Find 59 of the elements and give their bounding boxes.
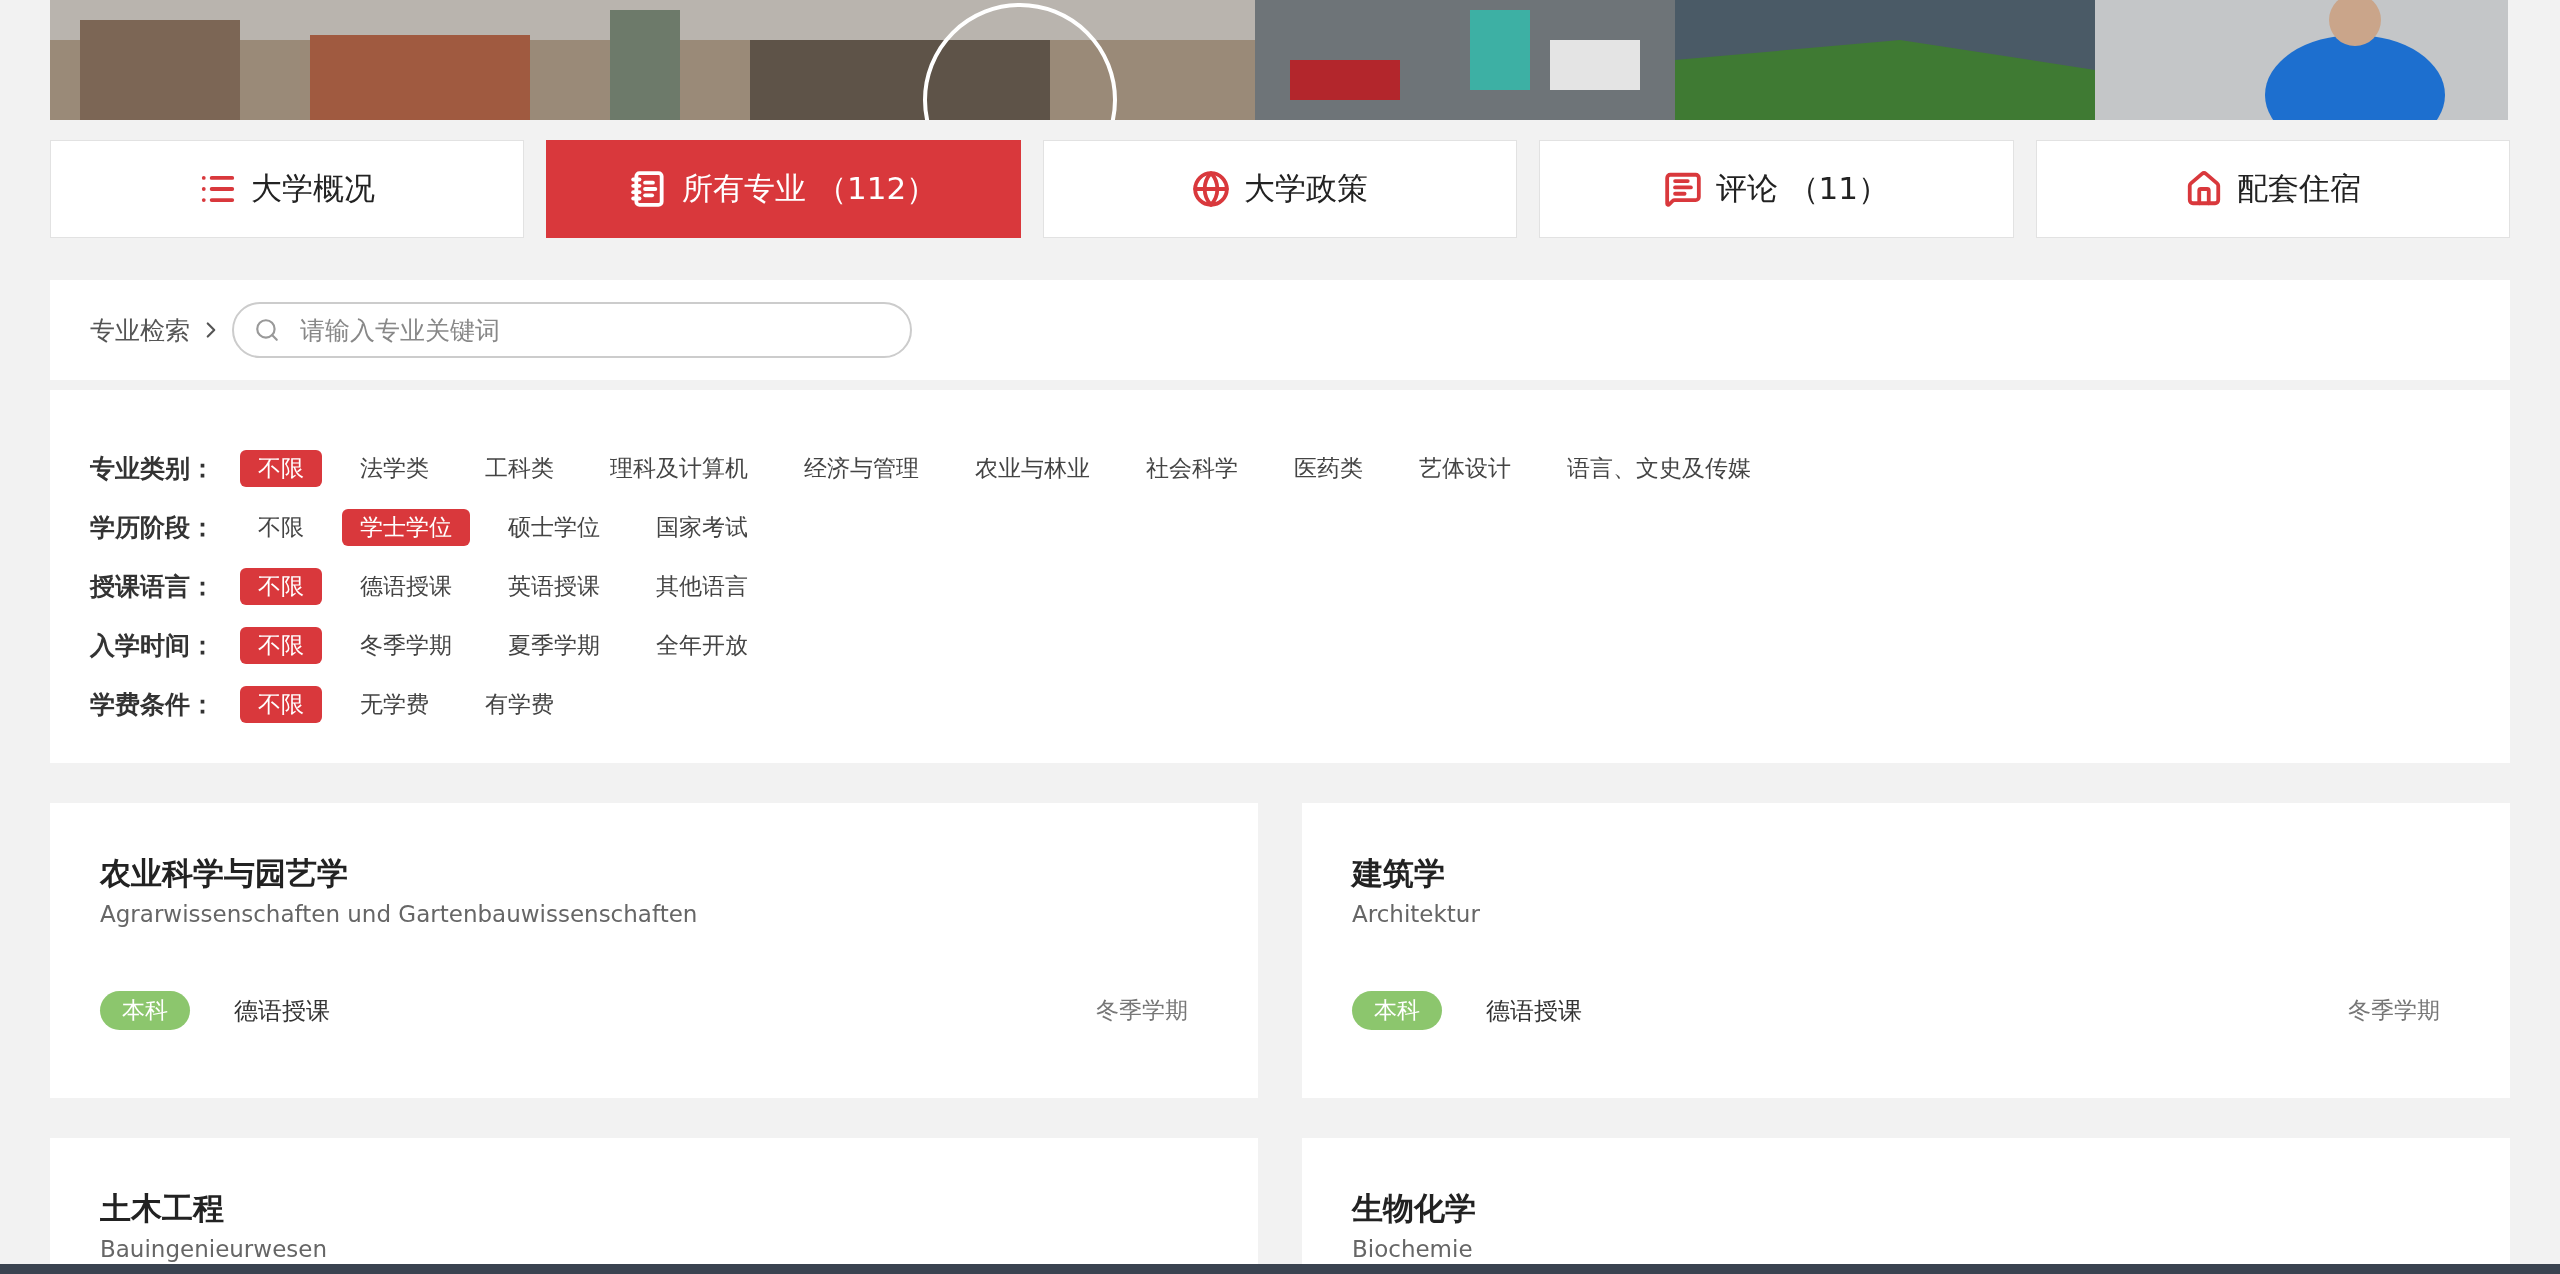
filter-option[interactable]: 夏季学期 xyxy=(490,627,618,664)
degree-tag: 本科 xyxy=(100,991,190,1030)
filter-option[interactable]: 不限 xyxy=(240,686,322,723)
filter-option[interactable]: 语言、文史及传媒 xyxy=(1549,450,1769,487)
filter-option[interactable]: 冬季学期 xyxy=(342,627,470,664)
filter-label: 学历阶段： xyxy=(90,512,216,544)
program-subtitle: Agrarwissenschaften und Gartenbauwissenschaften xyxy=(100,901,699,927)
filter-option[interactable]: 学士学位 xyxy=(342,509,470,546)
globe-icon xyxy=(1192,170,1230,208)
program-subtitle: Bauingenieurwesen xyxy=(100,1236,328,1262)
filter-option[interactable]: 硕士学位 xyxy=(490,509,618,546)
search-input[interactable]: 请输入专业关键词 xyxy=(298,314,890,346)
filter-option[interactable]: 工科类 xyxy=(467,450,572,487)
filter-label: 入学时间： xyxy=(90,630,216,662)
filter-label: 授课语言： xyxy=(90,571,216,603)
comment-icon xyxy=(1663,170,1702,208)
program-card[interactable]: 建筑学 Architektur 本科 德语授课 冬季学期 xyxy=(1302,803,2510,1098)
program-card[interactable]: 土木工程 Bauingenieurwesen xyxy=(50,1138,1258,1264)
filter-option[interactable]: 经济与管理 xyxy=(786,450,937,487)
filter-option[interactable]: 无学费 xyxy=(342,686,447,723)
filter-option[interactable]: 德语授课 xyxy=(342,568,470,605)
semester-label: 冬季学期 xyxy=(1096,996,1188,1025)
program-card[interactable]: 农业科学与园艺学 Agrarwissenschaften und Gartenbauwissenschaften 本科 德语授课 冬季学期 xyxy=(50,803,1258,1098)
filter-option[interactable]: 不限 xyxy=(240,568,322,605)
search-field[interactable]: 请输入专业关键词 xyxy=(232,302,912,358)
program-title: 建筑学 xyxy=(1352,854,1446,893)
program-subtitle: Biochemie xyxy=(1352,1236,1474,1262)
search-label: 专业检索 xyxy=(90,314,190,347)
program-subtitle: Architektur xyxy=(1352,901,1481,927)
semester-label: 冬季学期 xyxy=(2348,996,2440,1025)
filter-option[interactable]: 社会科学 xyxy=(1128,450,1256,487)
tab[interactable]: 所有专业 （112） xyxy=(546,140,1021,238)
tab[interactable]: 大学政策 xyxy=(1042,140,1518,238)
filter-option[interactable]: 全年开放 xyxy=(638,627,766,664)
language-label: 德语授课 xyxy=(234,995,330,1027)
filter-label: 专业类别： xyxy=(90,453,216,485)
program-card[interactable]: 生物化学 Biochemie xyxy=(1302,1138,2510,1264)
tab[interactable]: 大学概况 xyxy=(50,140,525,238)
filter-option[interactable]: 英语授课 xyxy=(490,568,618,605)
filter-option[interactable]: 医药类 xyxy=(1276,450,1381,487)
filter-option[interactable]: 国家考试 xyxy=(638,509,766,546)
filter-option[interactable]: 不限 xyxy=(240,509,322,546)
filter-label: 学费条件： xyxy=(90,689,216,721)
tab[interactable]: 评论 （11） xyxy=(1539,140,2014,238)
filter-option[interactable]: 理科及计算机 xyxy=(592,450,766,487)
filter-option[interactable]: 其他语言 xyxy=(638,568,766,605)
program-title: 土木工程 xyxy=(100,1189,225,1228)
filter-option[interactable]: 艺体设计 xyxy=(1401,450,1529,487)
filter-option[interactable]: 不限 xyxy=(240,627,322,664)
tab[interactable]: 配套住宿 xyxy=(2035,140,2510,238)
filter-option[interactable]: 有学费 xyxy=(467,686,572,723)
filter-option[interactable]: 不限 xyxy=(240,450,322,487)
filter-option[interactable]: 农业与林业 xyxy=(957,450,1108,487)
search-icon xyxy=(254,317,280,343)
degree-tag: 本科 xyxy=(1352,991,1442,1030)
program-title: 农业科学与园艺学 xyxy=(100,854,349,893)
program-title: 生物化学 xyxy=(1352,1189,1477,1228)
language-label: 德语授课 xyxy=(1486,995,1582,1027)
filter-option[interactable]: 法学类 xyxy=(342,450,447,487)
